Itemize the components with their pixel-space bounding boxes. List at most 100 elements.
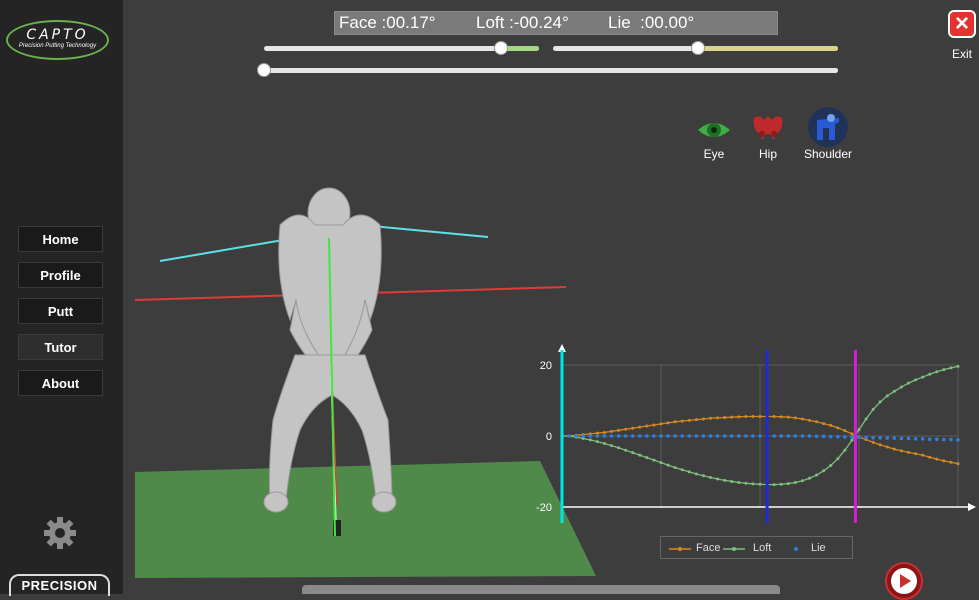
legend-face-label: Face: [696, 542, 721, 554]
series-face-point: [928, 455, 932, 459]
series-lie-point: [942, 437, 946, 442]
series-loft-point: [793, 481, 797, 485]
series-loft-point: [730, 479, 734, 483]
series-face-point: [779, 415, 783, 419]
series-face-point: [652, 423, 656, 427]
series-loft-point: [737, 481, 741, 485]
series-lie-point: [581, 434, 586, 438]
series-lie-point: [637, 434, 642, 438]
series-face-point: [871, 440, 875, 444]
series-loft-point: [624, 448, 628, 452]
series-lie-point: [751, 434, 755, 438]
series-loft-point: [758, 482, 762, 486]
series-loft-point: [921, 375, 925, 379]
series-lie-point: [708, 434, 713, 438]
series-lie-point: [779, 434, 784, 438]
series-lie-point: [729, 434, 734, 438]
series-loft-point: [595, 440, 599, 444]
series-lie-point: [736, 434, 741, 438]
series-face-point: [772, 414, 776, 418]
series-lie-point: [793, 434, 798, 438]
series-lie-point: [623, 434, 628, 438]
series-face-point: [659, 422, 663, 426]
series-loft-point: [899, 385, 903, 389]
chart-y-tick-label: 20: [540, 360, 552, 372]
series-lie-point: [821, 434, 826, 439]
play-button[interactable]: [885, 562, 923, 600]
series-loft-point: [808, 476, 811, 480]
series-face-point: [808, 418, 811, 422]
series-loft-point: [878, 400, 882, 404]
series-lie-point: [857, 435, 861, 440]
series-loft-point: [829, 463, 833, 467]
series-lie-point: [843, 435, 847, 439]
series-loft-point: [843, 448, 847, 452]
legend-lie-label: Lie: [811, 542, 826, 554]
series-lie-point: [878, 435, 883, 440]
series-lie-point: [609, 434, 614, 438]
series-lie-point: [927, 437, 932, 441]
series-loft-point: [659, 461, 663, 465]
series-lie-point: [744, 434, 748, 438]
series-loft-point: [864, 417, 868, 421]
series-loft-point: [617, 446, 621, 450]
series-lie-point: [687, 434, 692, 438]
series-face-point: [737, 415, 741, 419]
series-lie-point: [920, 437, 925, 441]
series-lie-point: [645, 434, 649, 438]
series-lie-point: [602, 434, 607, 438]
series-lie-point: [588, 434, 593, 438]
series-loft-point: [701, 474, 705, 478]
chart-x-axis-arrow: [968, 503, 976, 511]
series-face-point: [829, 423, 833, 427]
series-lie-point: [885, 436, 890, 440]
series-lie-point: [574, 434, 578, 438]
series-face-point: [617, 428, 621, 432]
legend-lie-marker: [794, 547, 798, 551]
series-face-point: [673, 420, 677, 424]
chart-legend: Face Loft Lie: [660, 536, 853, 559]
series-loft-point: [716, 477, 720, 481]
series-face-point: [800, 417, 804, 421]
series-loft-point: [652, 458, 656, 462]
series-face-point: [758, 414, 762, 418]
series-lie-point: [864, 435, 868, 440]
series-loft-point: [673, 466, 677, 470]
play-icon-bg: [891, 568, 917, 594]
series-face-point: [730, 415, 734, 419]
series-lie-point: [567, 434, 571, 438]
series-lie-point: [758, 434, 762, 438]
series-lie-point: [871, 435, 875, 440]
series-face-point: [610, 429, 613, 433]
series-face-point: [850, 432, 854, 436]
chart-y-tick-label: 0: [546, 431, 552, 443]
series-loft-point: [631, 451, 635, 455]
series-lie-point: [666, 434, 670, 438]
bottom-scrollbar[interactable]: [302, 585, 780, 594]
series-face-point: [836, 426, 840, 430]
series-loft-point: [949, 366, 953, 370]
series-loft-point: [871, 407, 875, 411]
series-face-point: [935, 457, 939, 461]
series-lie-point: [694, 434, 699, 438]
series-lie-point: [956, 438, 960, 442]
series-face-point: [680, 419, 684, 423]
series-face-point: [723, 416, 727, 420]
series-face-point: [949, 460, 953, 464]
series-loft-point: [786, 482, 790, 486]
series-lie-point: [850, 435, 854, 439]
series-loft-point: [694, 472, 698, 476]
series-loft-point: [850, 438, 854, 442]
series-loft-point: [687, 470, 691, 474]
legend-loft-marker: [732, 547, 736, 551]
series-face-point: [638, 425, 642, 429]
series-lie-point: [772, 434, 776, 438]
series-face-point: [666, 421, 670, 425]
series-lie-point: [835, 434, 840, 439]
series-loft-point: [892, 389, 896, 393]
series-loft-point: [956, 364, 960, 368]
series-face-point: [907, 450, 910, 454]
series-loft-point: [610, 444, 613, 448]
series-face-point: [815, 420, 819, 424]
series-face-point: [956, 462, 960, 466]
